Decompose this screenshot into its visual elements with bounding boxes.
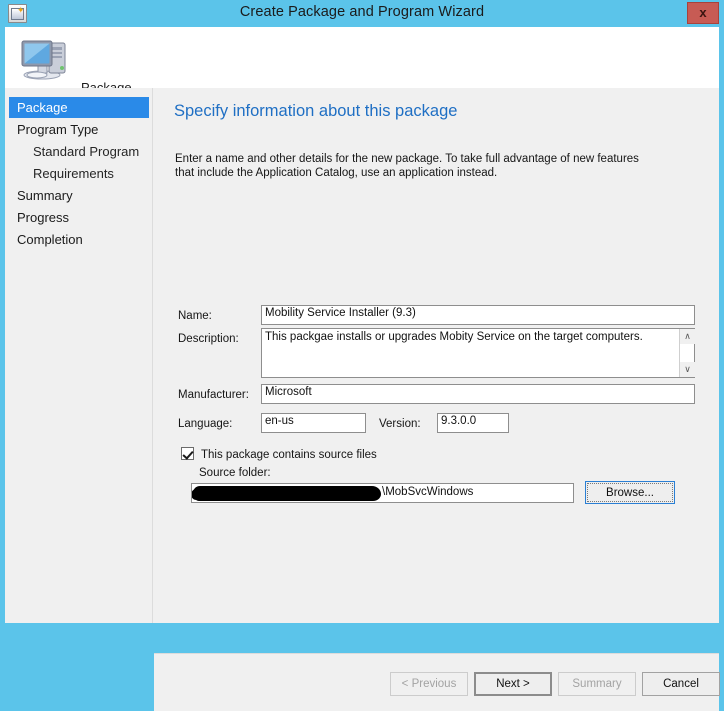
sidebar-item-requirements[interactable]: Requirements bbox=[9, 163, 149, 184]
name-label: Name: bbox=[178, 310, 212, 322]
description-input[interactable]: This packgae installs or upgrades Mobity… bbox=[261, 328, 695, 378]
language-input[interactable]: en-us bbox=[261, 413, 366, 433]
sidebar-item-progress[interactable]: Progress bbox=[9, 207, 149, 228]
name-input[interactable]: Mobility Service Installer (9.3) bbox=[261, 305, 695, 325]
wizard-footer: < Previous Next > Summary Cancel bbox=[154, 654, 720, 711]
title-bar: ✦ Create Package and Program Wizard x bbox=[0, 0, 724, 27]
manufacturer-label: Manufacturer: bbox=[178, 389, 249, 401]
version-label: Version: bbox=[379, 418, 421, 430]
next-button[interactable]: Next > bbox=[474, 672, 552, 696]
sidebar-item-package[interactable]: Package bbox=[9, 97, 149, 118]
sidebar-item-standard-program[interactable]: Standard Program bbox=[9, 141, 149, 162]
scroll-down-icon[interactable]: ∨ bbox=[680, 362, 695, 377]
description-label: Description: bbox=[178, 333, 239, 345]
redaction-mark bbox=[192, 486, 381, 501]
source-files-checkbox[interactable] bbox=[181, 447, 194, 460]
summary-button[interactable]: Summary bbox=[558, 672, 636, 696]
manufacturer-input[interactable]: Microsoft bbox=[261, 384, 695, 404]
previous-button[interactable]: < Previous bbox=[390, 672, 468, 696]
window-frame-bottom bbox=[0, 623, 724, 628]
cancel-button[interactable]: Cancel bbox=[642, 672, 720, 696]
version-input[interactable]: 9.3.0.0 bbox=[437, 413, 509, 433]
page-title: Specify information about this package bbox=[174, 102, 458, 120]
close-button[interactable]: x bbox=[687, 2, 719, 24]
wizard-body: Package Program Type Standard Program Re… bbox=[5, 88, 720, 711]
description-scrollbar[interactable]: ∧ ∨ bbox=[679, 329, 695, 377]
intro-text: Enter a name and other details for the n… bbox=[175, 153, 639, 179]
wizard-window: ✦ Create Package and Program Wizard x Pa… bbox=[0, 0, 724, 711]
scroll-up-icon[interactable]: ∧ bbox=[680, 329, 695, 344]
language-label: Language: bbox=[178, 418, 233, 430]
sidebar-item-completion[interactable]: Completion bbox=[9, 229, 149, 250]
source-files-checkbox-label: This package contains source files bbox=[201, 449, 377, 461]
wizard-sidebar: Package Program Type Standard Program Re… bbox=[5, 88, 153, 623]
source-files-checkbox-row[interactable]: This package contains source files bbox=[181, 445, 377, 463]
source-folder-label: Source folder: bbox=[199, 467, 271, 479]
browse-button-label: Browse... bbox=[587, 483, 673, 502]
source-folder-value: \MobSvcWindows bbox=[382, 486, 474, 498]
description-field-wrap: This packgae installs or upgrades Mobity… bbox=[261, 328, 695, 378]
scrollbar-track[interactable] bbox=[680, 344, 694, 362]
source-folder-input[interactable]: \MobSvcWindows bbox=[191, 483, 574, 503]
sidebar-item-summary[interactable]: Summary bbox=[9, 185, 149, 206]
window-title: Create Package and Program Wizard bbox=[239, 4, 485, 20]
sidebar-item-program-type[interactable]: Program Type bbox=[9, 119, 149, 140]
wizard-header: Package bbox=[5, 27, 719, 95]
browse-button[interactable]: Browse... bbox=[585, 481, 675, 504]
computer-icon bbox=[21, 40, 66, 80]
